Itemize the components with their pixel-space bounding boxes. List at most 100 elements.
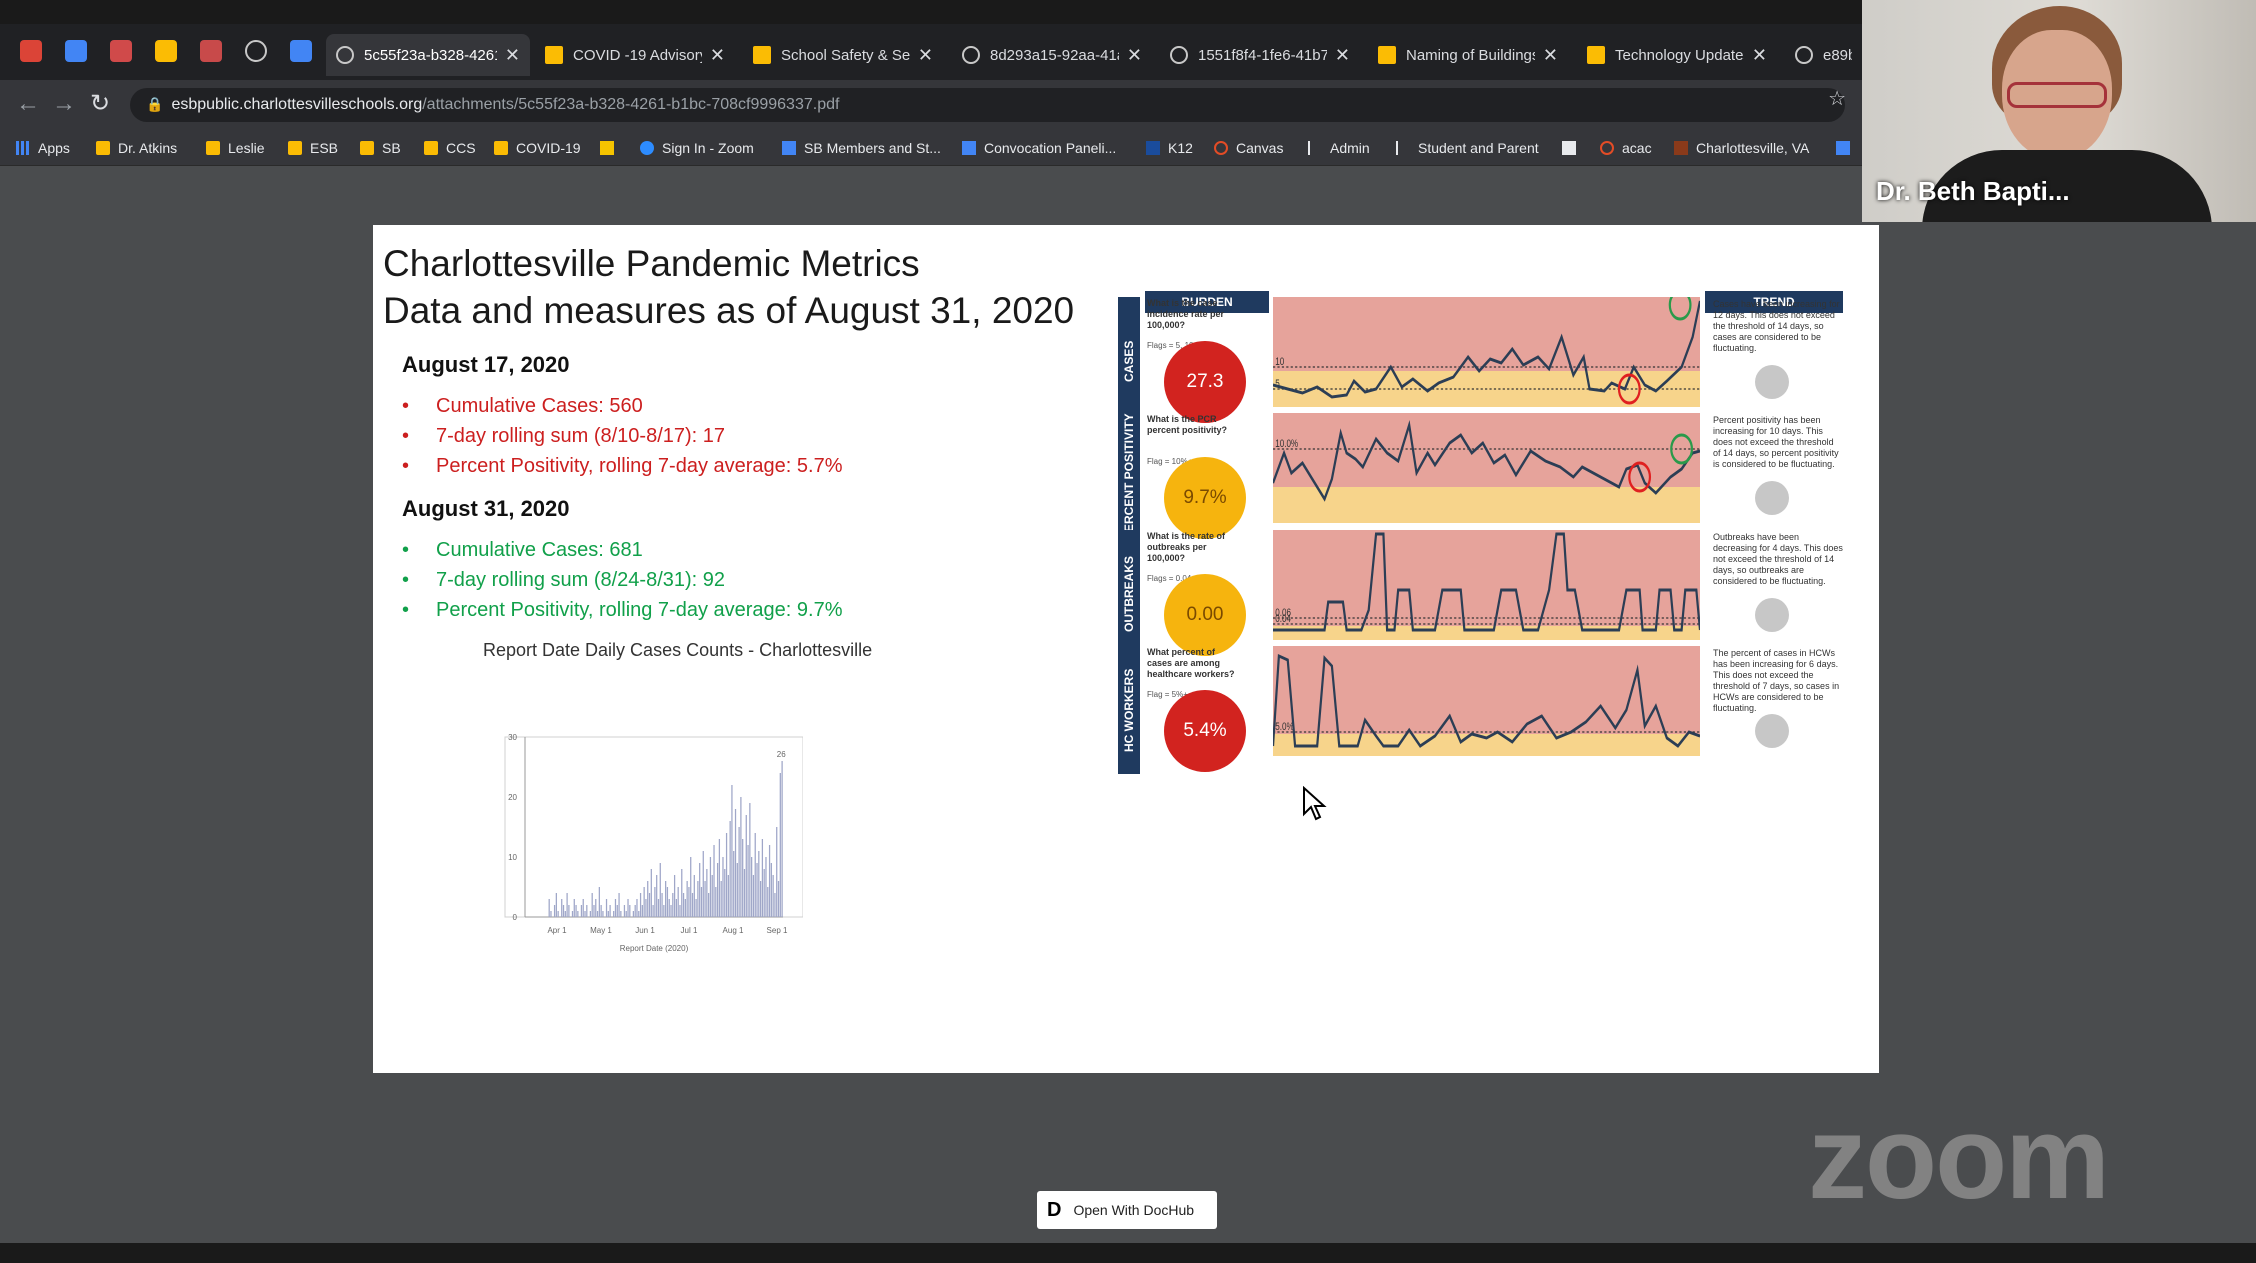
bookmark-covid-19[interactable]: COVID-19 — [494, 138, 581, 158]
tab-e89bd[interactable]: e89bd — [1785, 34, 1862, 76]
doc-icon — [1378, 46, 1396, 64]
close-tab-icon[interactable]: ✕ — [1119, 45, 1142, 66]
bar — [702, 851, 704, 917]
tab-school-safety[interactable]: School Safety & Sec ✕ — [743, 34, 943, 76]
threshold-label: 5 — [1275, 378, 1280, 391]
canvas-icon — [1214, 141, 1228, 155]
tab-8d293a15[interactable]: 8d293a15-92aa-41a ✕ — [952, 34, 1152, 76]
bookmark-c-icon[interactable] — [600, 138, 622, 158]
participant-video[interactable]: Dr. Beth Bapti... — [1862, 0, 2256, 222]
back-arrow-icon[interactable]: ← — [16, 92, 40, 116]
doc-icon — [962, 141, 976, 155]
bar — [550, 911, 552, 917]
bar — [720, 881, 722, 917]
bar — [697, 881, 699, 917]
close-tab-icon[interactable]: ✕ — [1744, 45, 1767, 66]
bar — [562, 905, 565, 917]
tab-covid-advisory[interactable]: COVID -19 Advisory ✕ — [535, 34, 735, 76]
globe-pinned-tab-icon[interactable] — [245, 40, 267, 62]
trend-description: Cases have been increasing for 12 days. … — [1713, 299, 1840, 353]
bookmark-sb[interactable]: SB — [360, 138, 401, 158]
bookmark-k12[interactable]: K12 — [1146, 138, 1193, 158]
bar — [575, 905, 577, 917]
bookmark-sb-members[interactable]: SB Members and St... — [782, 138, 941, 158]
trend-indicator-dot — [1755, 598, 1789, 632]
bar — [593, 905, 595, 917]
bookmark-convocation[interactable]: Convocation Paneli... — [962, 138, 1116, 158]
bar — [767, 887, 769, 917]
bookmark-zoom[interactable]: Sign In - Zoom — [640, 138, 754, 158]
bookmark-ccs[interactable]: CCS — [424, 138, 476, 158]
bar — [657, 899, 660, 917]
bar — [614, 899, 617, 917]
close-tab-icon[interactable]: ✕ — [702, 45, 725, 66]
row-side-label: CASES — [1118, 297, 1140, 425]
bookmark-admin[interactable]: Admin — [1308, 138, 1370, 158]
bookmark-apps[interactable]: Apps — [16, 138, 70, 158]
globe-icon — [1170, 46, 1188, 64]
bookmark-dr-atkins[interactable]: Dr. Atkins — [96, 138, 177, 158]
zoom-screen-share: 5c55f23a-b328-4261 ✕ COVID -19 Advisory … — [0, 0, 2256, 1263]
site-icon — [1674, 141, 1688, 155]
bookmark-mail[interactable] — [1562, 138, 1584, 158]
bar — [641, 905, 643, 917]
peak-data-label: 26 — [777, 750, 786, 759]
close-tab-icon[interactable]: ✕ — [1327, 45, 1350, 66]
folder-icon — [424, 141, 438, 155]
bookmark-charlottesville[interactable]: Charlottesville, VA — [1674, 138, 1809, 158]
close-tab-icon[interactable]: ✕ — [1535, 45, 1558, 66]
bar — [743, 869, 746, 917]
dochub-logo-icon: D — [1047, 1198, 1062, 1221]
bar — [754, 833, 756, 917]
folder-icon — [288, 141, 302, 155]
tab-naming-buildings[interactable]: Naming of Buildings ✕ — [1368, 34, 1568, 76]
section2-bullet: • Cumulative Cases: 681 — [402, 539, 643, 561]
close-tab-icon[interactable]: ✕ — [910, 45, 933, 66]
tab-pdf-active[interactable]: 5c55f23a-b328-4261 ✕ — [326, 34, 530, 76]
metric-question: What is the case incidence rate per 100,… — [1147, 298, 1225, 330]
bar — [738, 827, 740, 917]
bookmark-student-parent[interactable]: Student and Parent — [1396, 138, 1539, 158]
bar — [639, 893, 642, 917]
mail2-pinned-tab-icon[interactable] — [200, 40, 222, 62]
bar — [722, 857, 724, 917]
close-tab-icon[interactable]: ✕ — [497, 45, 520, 66]
tab-technology-updates[interactable]: Technology Updates ✕ — [1577, 34, 1777, 76]
bar — [666, 887, 669, 917]
mail-pinned-tab-icon[interactable] — [110, 40, 132, 62]
forward-arrow-icon[interactable]: → — [52, 92, 76, 116]
bookmark-leslie[interactable]: Leslie — [206, 138, 265, 158]
bookmark-star-icon[interactable]: ☆ — [1828, 86, 1846, 111]
bar — [652, 905, 654, 917]
bar — [749, 803, 751, 917]
doc-icon — [1836, 141, 1850, 155]
k12-icon — [1146, 141, 1160, 155]
doc-icon — [545, 46, 563, 64]
zoom-watermark: zoom — [1808, 1092, 2110, 1224]
section1-bullet: • Cumulative Cases: 560 — [402, 395, 643, 417]
folder-icon — [494, 141, 508, 155]
drive-pinned-tab-icon[interactable] — [155, 40, 177, 62]
bar — [557, 911, 559, 917]
reload-icon[interactable]: ↻ — [90, 92, 110, 116]
tab-1551f8f4[interactable]: 1551f8f4-1fe6-41b7 ✕ — [1160, 34, 1360, 76]
metric-trend-chart: 10 5 — [1273, 297, 1700, 407]
bookmark-esb[interactable]: ESB — [288, 138, 338, 158]
y-tick-label: 10 — [508, 853, 517, 862]
bar — [715, 887, 717, 917]
open-with-dochub-button[interactable]: D Open With DocHub — [1037, 1191, 1217, 1229]
bar — [670, 905, 672, 917]
bookmark-more[interactable] — [1836, 138, 1858, 158]
bookmark-canvas[interactable]: Canvas — [1214, 138, 1283, 158]
globe-icon — [1795, 46, 1813, 64]
bookmark-acac[interactable]: acac — [1600, 138, 1652, 158]
bar — [623, 905, 626, 917]
gmail-pinned-tab-icon[interactable] — [20, 40, 42, 62]
url-field[interactable]: 🔒 esbpublic.charlottesvilleschools.org/at… — [130, 88, 1845, 122]
threshold-label: 5.0% — [1275, 721, 1294, 734]
calendar-pinned-tab-icon[interactable] — [65, 40, 87, 62]
slide-title-line1: Charlottesville Pandemic Metrics — [383, 243, 920, 284]
bottom-bar — [0, 1243, 2256, 1263]
docs-pinned-tab-icon[interactable] — [290, 40, 312, 62]
x-tick-label: Sep 1 — [767, 926, 788, 935]
